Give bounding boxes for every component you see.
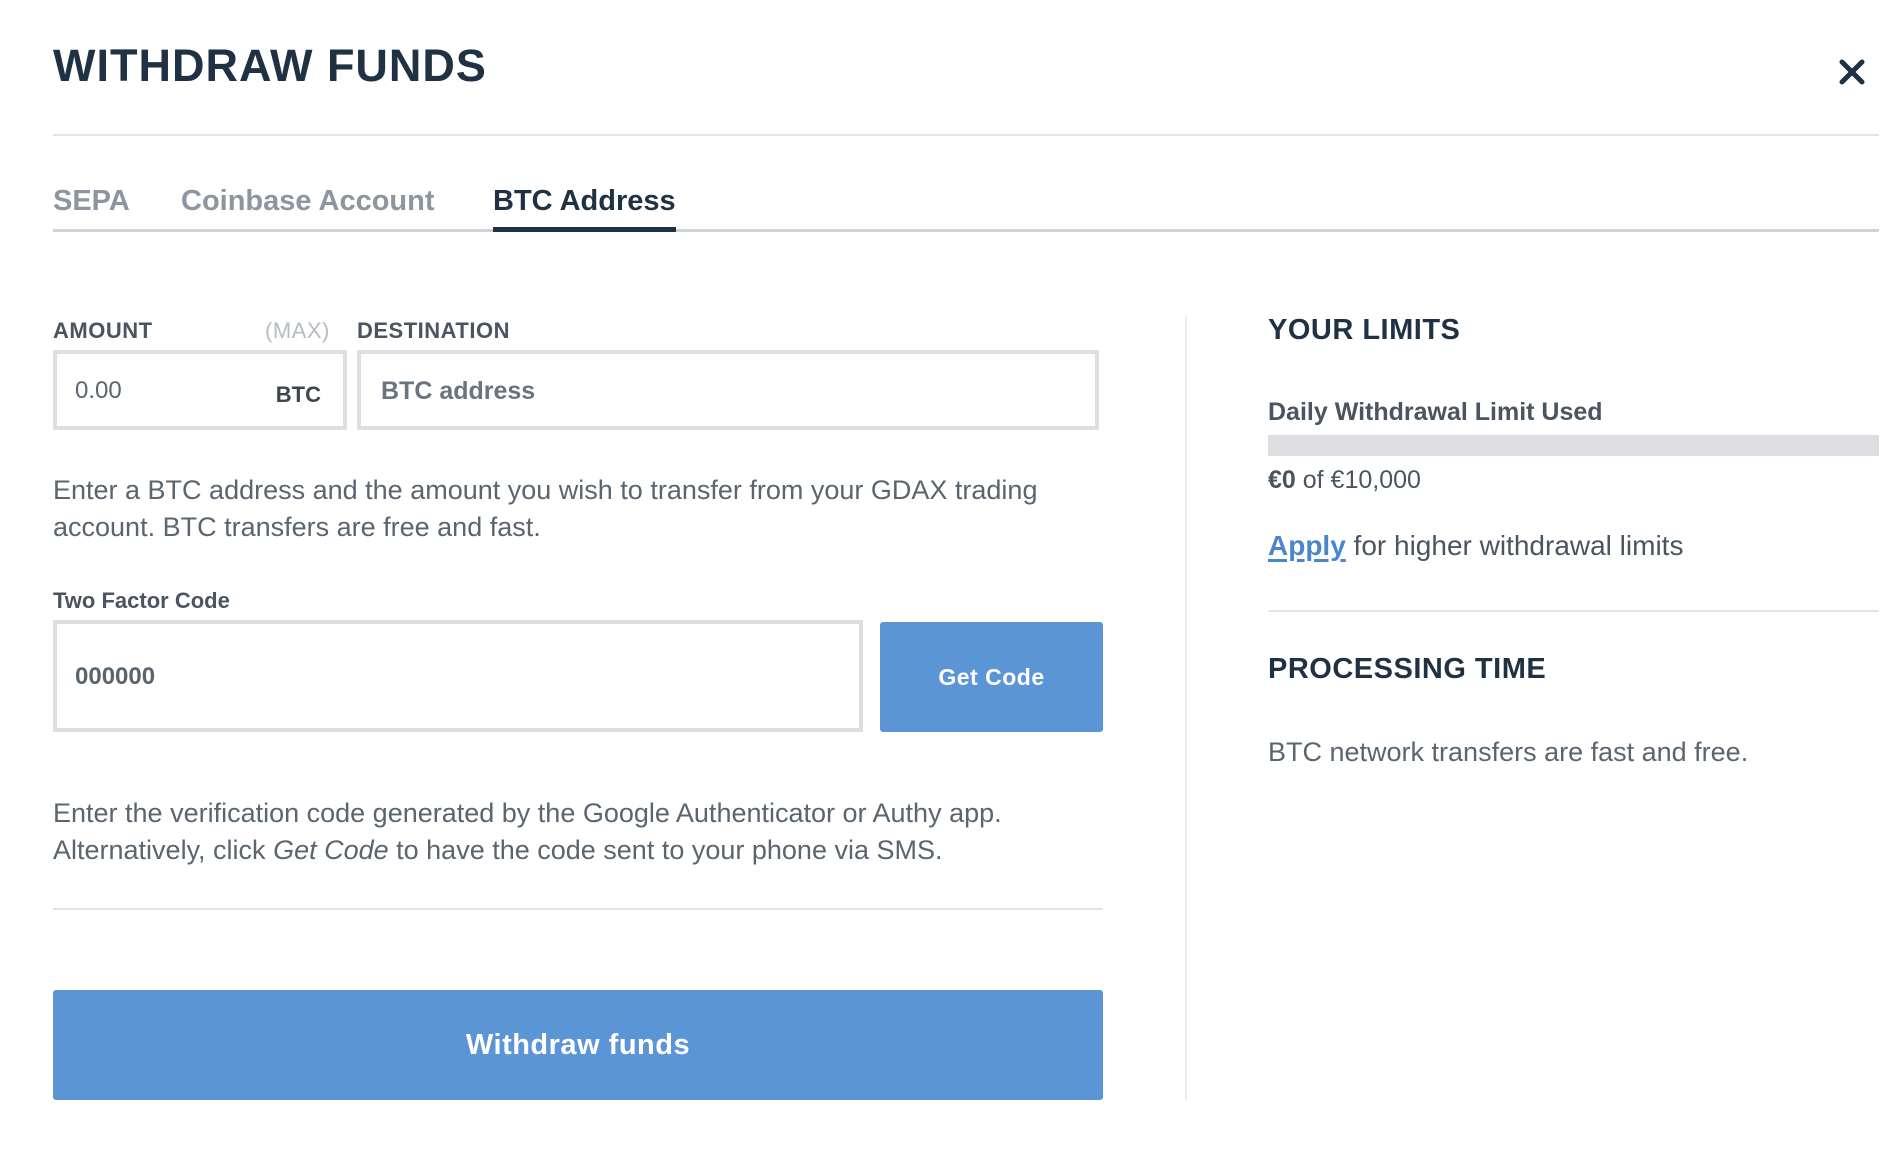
tab-coinbase-account[interactable]: Coinbase Account [181,180,435,232]
amount-unit: BTC [275,382,321,407]
two-factor-label: Two Factor Code [53,588,230,613]
amount-label: AMOUNT [53,318,153,343]
daily-limit-progress [1268,435,1879,456]
destination-input[interactable] [381,376,1071,406]
max-link[interactable]: (MAX) [265,318,330,344]
apply-link[interactable]: Apply [1268,530,1346,561]
withdraw-funds-button[interactable]: Withdraw funds [53,990,1103,1100]
tab-btc-address[interactable]: BTC Address [493,180,676,232]
limit-total: of €10,000 [1295,466,1421,494]
close-icon [1839,59,1865,85]
header-divider [53,134,1879,136]
sidebar-divider [1268,610,1879,612]
verification-emphasis: Get Code [273,835,389,865]
two-factor-field [53,620,863,732]
amount-input[interactable] [75,376,255,406]
limit-used: €0 [1268,466,1296,494]
apply-line: Apply for higher withdrawal limits [1268,530,1683,562]
tab-sepa[interactable]: SEPA [53,180,130,232]
form-divider [53,908,1103,910]
transfer-description: Enter a BTC address and the amount you w… [53,475,1038,542]
destination-label: DESTINATION [357,318,510,343]
daily-limit-label: Daily Withdrawal Limit Used [1268,398,1603,426]
verification-text-2: to have the code sent to your phone via … [388,835,943,865]
limit-values: €0 of €10,000 [1268,466,1421,495]
limits-heading: YOUR LIMITS [1268,314,1461,346]
withdraw-funds-modal: WITHDRAW FUNDS SEPA Coinbase Account BTC… [0,0,1902,1154]
verification-description: Enter the verification code generated by… [53,795,1103,869]
modal-title: WITHDRAW FUNDS [53,40,487,91]
get-code-button[interactable]: Get Code [880,622,1103,732]
apply-text: for higher withdrawal limits [1345,530,1684,561]
tab-bar: SEPA Coinbase Account BTC Address [53,180,1879,232]
processing-heading: PROCESSING TIME [1268,653,1547,685]
two-factor-input[interactable] [75,662,775,692]
amount-field: BTC [53,350,347,430]
destination-field [357,350,1099,430]
column-divider [1185,315,1187,1100]
processing-text: BTC network transfers are fast and free. [1268,737,1749,767]
close-button[interactable] [1832,52,1872,92]
